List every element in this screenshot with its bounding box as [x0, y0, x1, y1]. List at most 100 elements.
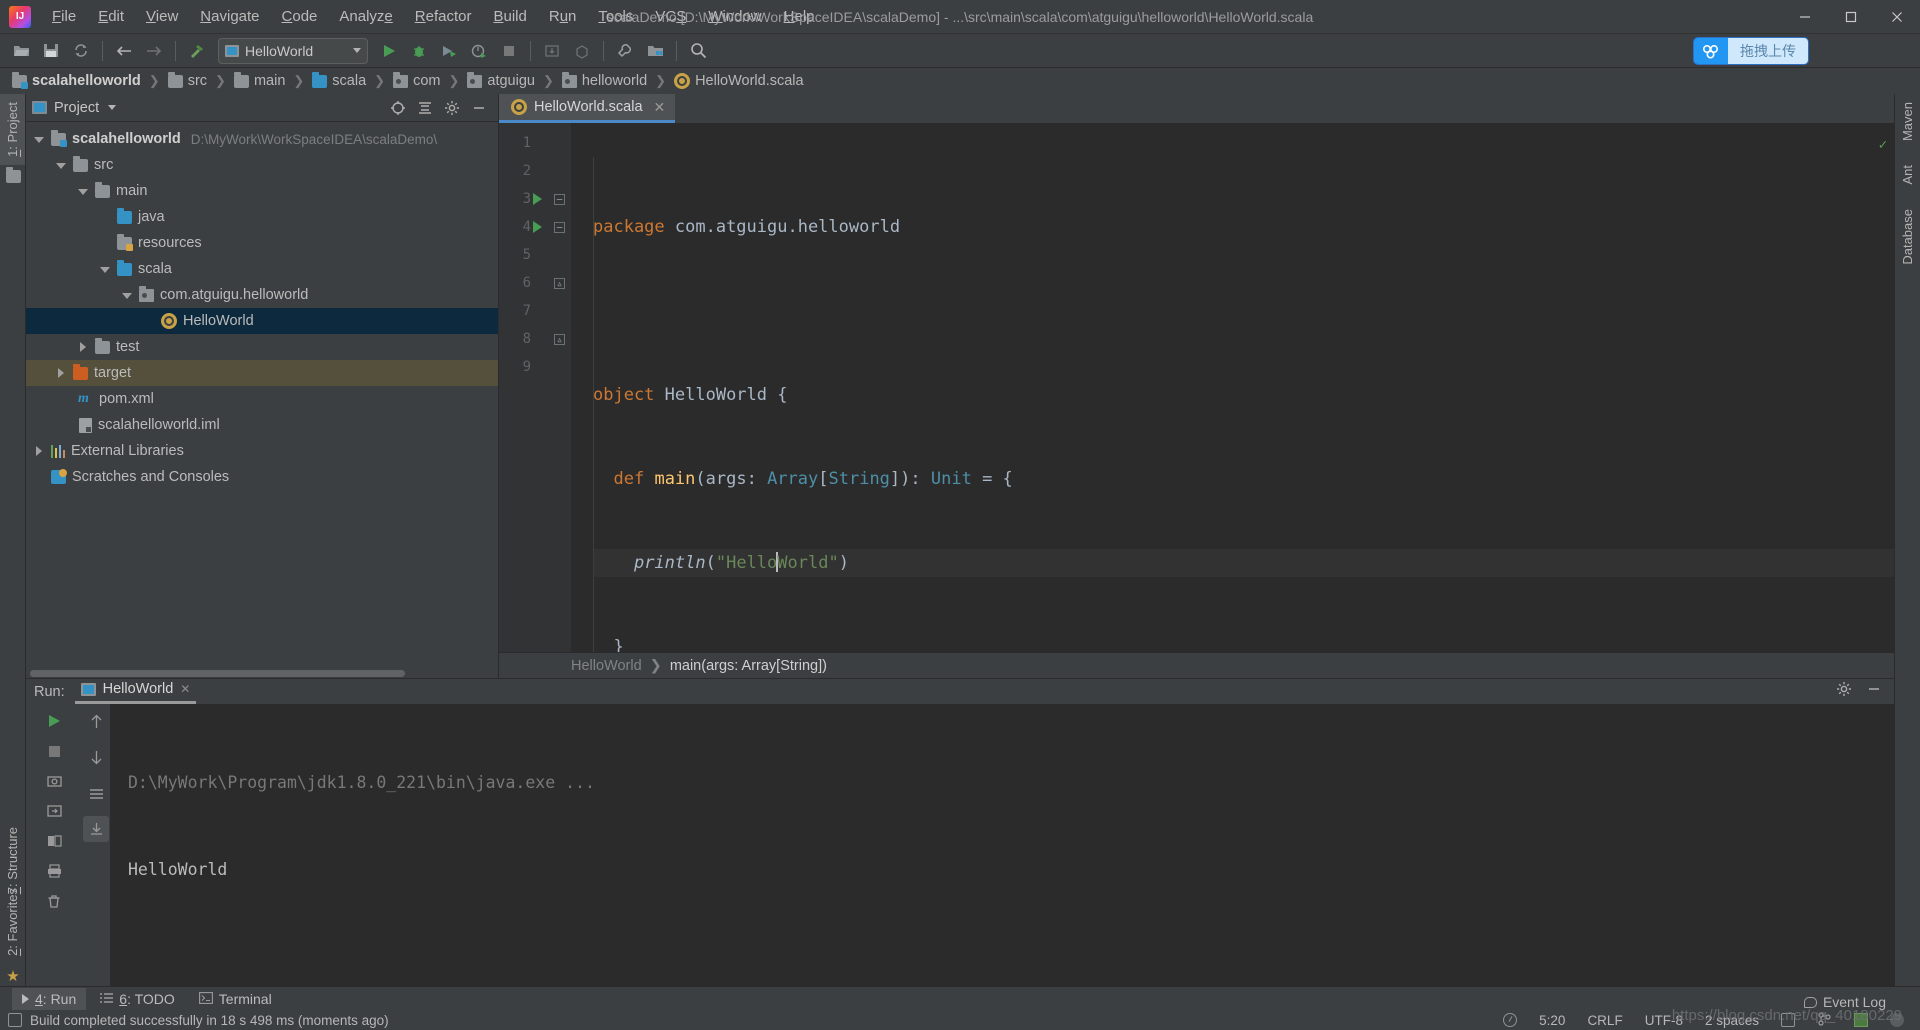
tree-node-scalahelloworld[interactable]: scalahelloworld D:\MyWork\WorkSpaceIDEA\…	[26, 126, 498, 152]
line-separator[interactable]: CRLF	[1587, 1013, 1622, 1028]
run-button[interactable]	[375, 38, 403, 64]
fold-end-icon[interactable]: ▵	[554, 277, 565, 289]
tool-tab-database[interactable]: Database	[1895, 201, 1920, 273]
stop-icon[interactable]	[41, 738, 67, 764]
gear-icon[interactable]	[443, 99, 461, 117]
profile-button[interactable]	[465, 38, 493, 64]
tool-tab-terminal[interactable]: Terminal	[189, 988, 282, 1010]
caret-position[interactable]: 5:20	[1539, 1013, 1565, 1028]
tree-node-scala[interactable]: scala	[26, 256, 498, 282]
chevron-right-icon[interactable]	[56, 367, 67, 379]
memory-indicator-icon[interactable]	[1503, 1013, 1518, 1027]
debug-button[interactable]	[405, 38, 433, 64]
git-branch-icon[interactable]	[1817, 1011, 1832, 1029]
build-status-icon[interactable]	[8, 1013, 22, 1027]
close-button[interactable]	[1874, 0, 1920, 34]
chevron-down-icon[interactable]	[100, 264, 111, 275]
console-output[interactable]: D:\MyWork\Program\jdk1.8.0_221\bin\java.…	[110, 704, 1894, 1030]
menu-file[interactable]: File	[41, 4, 87, 29]
navbar-item-scala[interactable]: scala	[308, 71, 370, 90]
run-gutter-icon[interactable]	[533, 221, 542, 233]
run-gutter-icon[interactable]	[533, 193, 542, 205]
tree-node-pom[interactable]: m pom.xml	[26, 386, 498, 412]
soft-wrap-icon[interactable]	[83, 780, 109, 806]
editor-tab-helloworld-scala[interactable]: HelloWorld.scala ✕	[499, 94, 676, 123]
event-log-button[interactable]: Event Log	[1803, 994, 1886, 1010]
navbar-item-com[interactable]: com	[389, 71, 444, 90]
rerun-icon[interactable]	[41, 708, 67, 734]
fold-minus-icon[interactable]: −	[554, 221, 565, 233]
tree-node-iml[interactable]: scalahelloworld.iml	[26, 412, 498, 438]
project-structure-icon[interactable]	[641, 38, 669, 64]
run-configuration-selector[interactable]: HelloWorld	[218, 37, 368, 64]
up-arrow-icon[interactable]	[83, 708, 109, 734]
back-icon[interactable]	[110, 38, 138, 64]
navbar-item-main[interactable]: main	[230, 71, 289, 90]
maximize-button[interactable]	[1828, 0, 1874, 34]
scroll-to-end-icon[interactable]	[83, 816, 109, 842]
tool-tab-run[interactable]: 4: Run	[12, 987, 87, 1010]
close-icon[interactable]: ✕	[654, 99, 666, 116]
chevron-down-icon[interactable]	[353, 48, 361, 53]
menu-window[interactable]: Window	[697, 4, 772, 29]
menu-view[interactable]: View	[135, 4, 189, 29]
sync-icon[interactable]	[67, 38, 95, 64]
minimize-button[interactable]	[1782, 0, 1828, 34]
indent-setting[interactable]: 2 spaces	[1705, 1013, 1759, 1028]
run-with-coverage-button[interactable]	[435, 38, 463, 64]
memory-usage-indicator[interactable]	[1854, 1013, 1868, 1027]
tool-tab-todo[interactable]: 6: TODO	[90, 988, 185, 1010]
menu-navigate[interactable]: Navigate	[189, 4, 270, 29]
tree-node-scratches[interactable]: Scratches and Consoles	[26, 464, 498, 490]
chevron-down-icon[interactable]	[122, 290, 133, 301]
forward-icon[interactable]	[140, 38, 168, 64]
hide-panel-icon[interactable]	[1866, 681, 1882, 702]
chevron-down-icon[interactable]	[56, 160, 67, 171]
run-panel-tab-helloworld[interactable]: HelloWorld ✕	[74, 679, 197, 704]
chevron-down-icon[interactable]	[34, 134, 45, 145]
chevron-right-icon[interactable]	[34, 445, 45, 457]
menu-edit[interactable]: Edit	[87, 4, 135, 29]
search-everywhere-icon[interactable]	[684, 38, 712, 64]
tree-node-helloworld[interactable]: HelloWorld	[26, 308, 498, 334]
navbar-item-helloworld[interactable]: helloworld	[558, 71, 651, 90]
save-all-icon[interactable]	[37, 38, 65, 64]
structure-small-icon[interactable]	[0, 165, 26, 189]
menu-refactor[interactable]: Refactor	[404, 4, 483, 29]
close-icon[interactable]: ✕	[180, 682, 190, 696]
chevron-down-icon[interactable]	[108, 105, 117, 110]
tool-tab-project[interactable]: 1: Project	[0, 94, 25, 165]
inspection-status-icon[interactable]: ✓	[1879, 131, 1887, 159]
tool-tab-favorites[interactable]: 2: Favorites	[0, 880, 25, 964]
tree-node-java[interactable]: java	[26, 204, 498, 230]
print-icon[interactable]	[41, 858, 67, 884]
tool-tab-maven[interactable]: Maven	[1895, 94, 1920, 149]
breadcrumb-method[interactable]: main(args: Array[String])	[670, 658, 827, 674]
commit-icon[interactable]	[568, 38, 596, 64]
tree-node-target[interactable]: target	[26, 360, 498, 386]
down-arrow-icon[interactable]	[83, 744, 109, 770]
upload-widget[interactable]: 拖拽上传	[1694, 38, 1808, 64]
gear-icon[interactable]	[1836, 681, 1852, 702]
stop-button[interactable]	[495, 38, 523, 64]
favorites-star-icon[interactable]: ★	[0, 964, 26, 988]
tree-node-main[interactable]: main	[26, 178, 498, 204]
settings-wrench-icon[interactable]	[611, 38, 639, 64]
scroll-from-source-icon[interactable]	[389, 99, 407, 117]
fold-minus-icon[interactable]: −	[554, 193, 565, 205]
menu-build[interactable]: Build	[482, 4, 537, 29]
collapse-all-icon[interactable]	[416, 99, 434, 117]
hide-panel-icon[interactable]	[470, 99, 488, 117]
menu-help[interactable]: Help	[773, 4, 826, 29]
project-tree[interactable]: scalahelloworld D:\MyWork\WorkSpaceIDEA\…	[26, 122, 498, 668]
scrollbar-thumb[interactable]	[30, 670, 405, 677]
project-panel-horizontal-scrollbar[interactable]	[26, 668, 498, 678]
breadcrumb-class[interactable]: HelloWorld	[571, 658, 642, 674]
chevron-right-icon[interactable]	[78, 341, 89, 353]
build-hammer-icon[interactable]	[183, 38, 211, 64]
menu-run[interactable]: Run	[538, 4, 588, 29]
lock-icon[interactable]	[1781, 1013, 1795, 1027]
code-editor[interactable]: 1 2 3 − 4 − 5 6 ▵ 7 8 ▵ 9 package com.at…	[499, 123, 1894, 652]
navbar-item-scalahelloworld[interactable]: scalahelloworld	[8, 71, 145, 90]
navbar-item-atguigu[interactable]: atguigu	[463, 71, 539, 90]
